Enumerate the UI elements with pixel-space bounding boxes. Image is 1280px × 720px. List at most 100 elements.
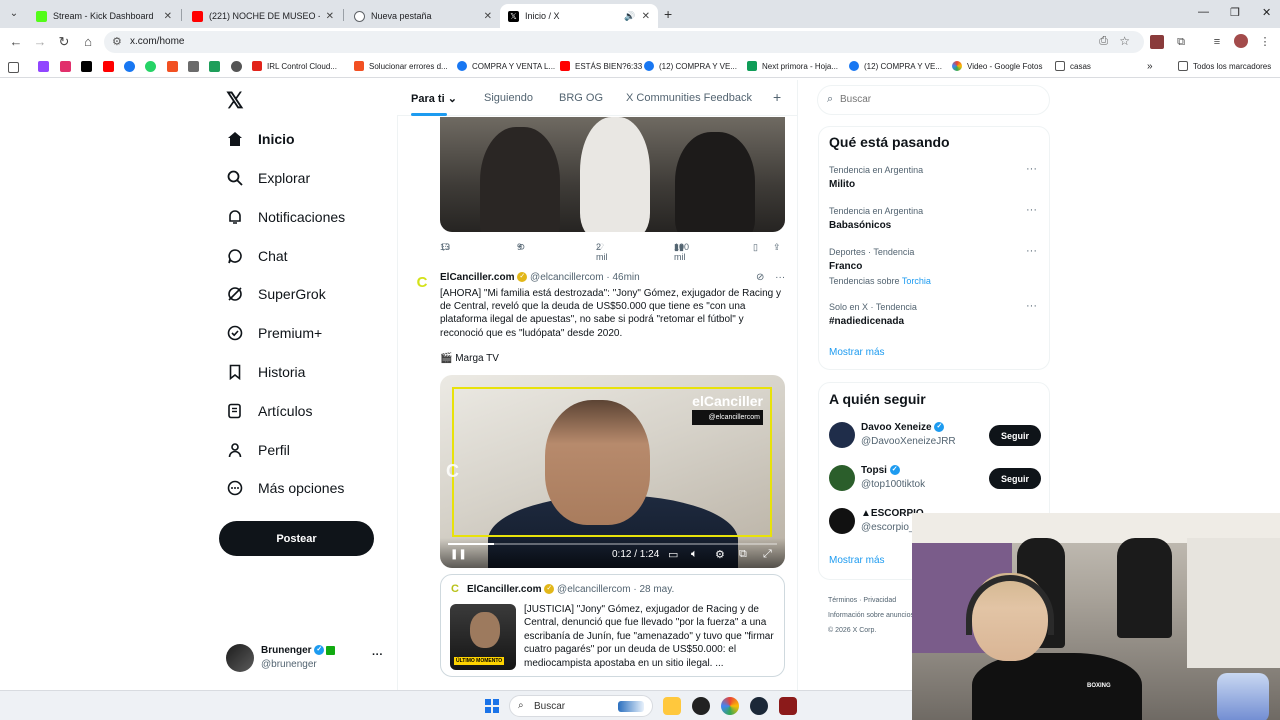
maximize-icon[interactable]: ❐	[1230, 6, 1240, 19]
bookmarks-overflow-icon[interactable]: »	[1147, 61, 1153, 72]
bookmark-star-icon[interactable]: ☆	[1119, 34, 1130, 48]
microsoft-icon[interactable]	[167, 61, 178, 72]
tab-brg-og[interactable]: BRG OG	[559, 92, 603, 104]
back-arrow-icon[interactable]: ←	[8, 34, 24, 50]
close-icon[interactable]: ✕	[326, 11, 334, 22]
close-window-icon[interactable]: ✕	[1262, 6, 1271, 19]
trend-item[interactable]: Tendencia en Argentina Babasónicos ···	[829, 204, 1041, 231]
show-more-trends-link[interactable]: Mostrar más	[829, 347, 885, 358]
grok-icon[interactable]: ⊘	[756, 272, 764, 283]
trend-item[interactable]: Deportes · Tendencia Franco Tendencias s…	[829, 245, 1041, 286]
trend-sub-link[interactable]: Torchia	[902, 276, 931, 286]
trend-item[interactable]: Solo en X · Tendencia #nadiedicenada ···	[829, 300, 1041, 327]
site-info-icon[interactable]: ⚙	[112, 35, 122, 48]
media-control-icon[interactable]: ≡	[1210, 35, 1224, 49]
puzzle-icon[interactable]: ⧉	[1174, 35, 1188, 49]
search-box[interactable]: ⌕	[817, 85, 1050, 115]
post-button[interactable]: Postear	[219, 521, 374, 556]
speaker-icon[interactable]: 🔊	[624, 11, 635, 22]
steam-icon[interactable]	[750, 697, 768, 715]
picture-in-picture-icon[interactable]: ⧉	[739, 548, 747, 561]
tab-siguiendo[interactable]: Siguiendo	[484, 92, 533, 104]
address-bar[interactable]: ⚙ x.com/home ⎙ ☆	[104, 31, 1144, 53]
file-explorer-icon[interactable]	[663, 697, 681, 715]
share-icon[interactable]: ⇪	[773, 242, 781, 253]
bookmark-item[interactable]: COMPRA Y VENTA L...	[457, 61, 555, 71]
menu-dots-icon[interactable]: ⋮	[1258, 35, 1272, 49]
post-time[interactable]: · 46min	[606, 272, 639, 283]
more-dots-icon[interactable]: ···	[1026, 245, 1037, 257]
tab-search-button[interactable]: ⌄	[6, 6, 22, 22]
nav-item-historia[interactable]: Historia	[226, 360, 305, 384]
bookmark-icon[interactable]: ▯	[753, 242, 758, 253]
whatsapp-icon[interactable]	[145, 61, 156, 72]
volume-icon[interactable]: 🔈︎	[691, 548, 698, 561]
bookmark-item[interactable]: Solucionar errores d...	[354, 61, 448, 71]
forward-arrow-icon[interactable]: →	[32, 34, 48, 50]
author-handle[interactable]: @elcancillercom	[530, 272, 604, 283]
reload-icon[interactable]: ↻	[56, 34, 72, 50]
close-icon[interactable]: ✕	[164, 11, 172, 22]
nav-item-supergrok[interactable]: SuperGrok	[226, 282, 326, 306]
close-icon[interactable]: ✕	[484, 11, 492, 22]
fullscreen-icon[interactable]: ⤢	[763, 548, 772, 561]
all-bookmarks-folder[interactable]: Todos los marcadores	[1178, 61, 1271, 71]
more-dots-icon[interactable]: ···	[1026, 204, 1037, 216]
bookmark-item[interactable]: Video - Google Fotos	[952, 61, 1042, 71]
bookmark-item[interactable]: (12) COMPRA Y VE...	[849, 61, 942, 71]
video-progress-bar[interactable]	[448, 543, 777, 545]
tab-communities-feedback[interactable]: X Communities Feedback	[626, 92, 752, 104]
pause-icon[interactable]: ❚❚	[450, 549, 467, 560]
browser-tab[interactable]: Stream - Kick Dashboard ✕	[28, 4, 180, 28]
facebook-icon[interactable]	[124, 61, 135, 72]
instagram-icon[interactable]	[60, 61, 71, 72]
bookmark-folder[interactable]: casas	[1055, 61, 1091, 71]
more-dots-icon[interactable]: ···	[1026, 163, 1037, 175]
more-dots-icon[interactable]: ···	[775, 272, 785, 283]
nav-item-articulos[interactable]: Artículos	[226, 399, 312, 423]
windows-start-icon[interactable]	[485, 699, 499, 713]
follow-suggestion[interactable]: Topsi ✓ @top100tiktok Seguir	[829, 465, 1041, 493]
nav-item-mas-opciones[interactable]: Más opciones	[226, 476, 344, 500]
bookmark-item[interactable]: Next primora - Hoja...	[747, 61, 838, 71]
captions-icon[interactable]: ▭	[668, 548, 678, 561]
author-name[interactable]: ElCanciller.com	[440, 272, 514, 283]
quoted-post[interactable]: C ElCanciller.com ✓ @elcancillercom · 28…	[440, 574, 785, 677]
footer-link[interactable]: Términos	[828, 597, 857, 604]
chrome-icon[interactable]	[721, 697, 739, 715]
settings-gear-icon[interactable]: ⚙	[715, 548, 725, 561]
footer-link[interactable]: Privacidad	[863, 597, 896, 604]
footer-link[interactable]: Información sobre anuncios	[828, 612, 914, 619]
bookmark-site-icon[interactable]	[209, 61, 220, 72]
minimize-icon[interactable]: —	[1198, 6, 1209, 18]
search-input[interactable]	[840, 94, 1040, 105]
browser-tab-active[interactable]: 𝕏 Inicio / X 🔊 ✕	[500, 4, 658, 28]
home-button-icon[interactable]: ⌂	[80, 34, 96, 50]
app-shield-icon[interactable]	[779, 697, 797, 715]
app-icon[interactable]	[692, 697, 710, 715]
previous-post-image[interactable]	[440, 117, 785, 232]
x-logo-icon[interactable]: 𝕏	[226, 88, 244, 114]
nav-item-premium[interactable]: Premium+	[226, 321, 322, 345]
add-tab-icon[interactable]: +	[773, 89, 781, 105]
trend-item[interactable]: Tendencia en Argentina Milito ···	[829, 163, 1041, 190]
install-app-icon[interactable]: ⎙	[1099, 35, 1108, 48]
follow-button[interactable]: Seguir	[989, 468, 1041, 489]
nav-item-explorar[interactable]: Explorar	[226, 166, 310, 190]
x-bookmark-icon[interactable]	[81, 61, 92, 72]
close-icon[interactable]: ✕	[642, 11, 650, 22]
show-more-follow-link[interactable]: Mostrar más	[829, 555, 885, 566]
extension-icon[interactable]	[1150, 35, 1164, 49]
follow-button[interactable]: Seguir	[989, 425, 1041, 446]
bookmark-item[interactable]: ESTÁS BIEN?6:33	[560, 61, 642, 71]
youtube-bookmark-icon[interactable]	[103, 61, 114, 72]
nav-item-chat[interactable]: Chat	[226, 244, 288, 268]
bookmark-site-icon[interactable]	[188, 61, 199, 72]
browser-tab[interactable]: Nueva pestaña ✕	[346, 4, 500, 28]
browser-tab[interactable]: (221) NOCHE DE MUSEO - Yacu ✕	[184, 4, 342, 28]
taskbar-search[interactable]: ⌕ Buscar	[509, 695, 653, 717]
nav-item-notificaciones[interactable]: Notificaciones	[226, 205, 345, 229]
apps-grid-icon[interactable]	[8, 62, 19, 73]
video-player[interactable]: elCanciller @elcancillercom C ❚❚ 0:12 / 1…	[440, 375, 785, 568]
url-text[interactable]: x.com/home	[130, 36, 184, 47]
